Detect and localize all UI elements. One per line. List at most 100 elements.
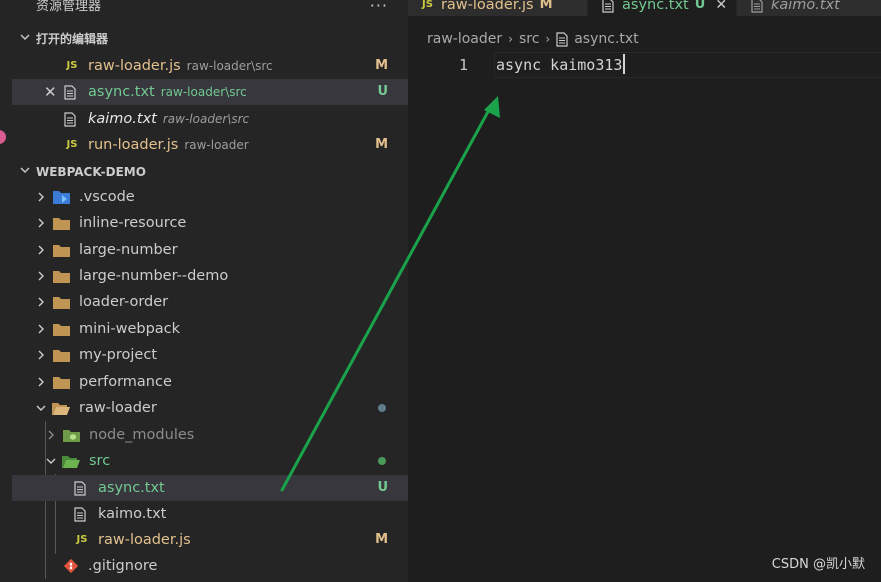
changes-dot-icon [378,457,386,465]
file-path: raw-loader\src [162,112,250,126]
tree-item-raw-loader-js[interactable]: JS raw-loader.js M [12,527,408,553]
file-path: raw-loader\src [160,85,247,99]
modified-status: M [375,137,388,152]
tree-item-folder[interactable]: large-number--demo [12,263,408,289]
folder-icon [52,237,70,263]
chevron-down-icon [44,448,58,474]
tree-item-kaimo-txt[interactable]: kaimo.txt [12,501,408,527]
folder-name: performance [79,374,172,390]
chevron-down-icon [34,395,48,421]
tree-item-gitignore[interactable]: .gitignore [12,553,408,579]
tab-bar: JS raw-loader.js M async.txt U ✕ kaimo.t… [408,0,881,16]
tree-item-folder[interactable]: mini-webpack [12,316,408,342]
text-file-icon [72,501,88,527]
folder-name: my-project [79,347,158,363]
vscode-folder-icon [52,184,70,210]
chevron-right-icon [34,369,48,395]
tab-kaimo-txt[interactable]: kaimo.txt [737,0,881,16]
open-editor-item[interactable]: kaimo.txt raw-loader\src [12,106,408,132]
text-file-icon [556,31,568,47]
explorer-title: 资源管理器 [36,0,102,14]
file-name: kaimo.txt [88,111,157,127]
open-editors-header[interactable]: 打开的编辑器 [12,27,408,51]
project-title: WEBPACK-DEMO [36,165,146,179]
javascript-file-icon: JS [76,534,88,545]
file-name: async.txt [98,480,165,496]
folder-name: inline-resource [79,215,187,231]
tree-item-folder[interactable]: loader-order [12,289,408,315]
folder-icon [52,289,70,315]
watermark: CSDN @凯小默 [771,557,865,572]
chevron-right-icon [34,184,48,210]
untracked-status: U [377,480,388,495]
code-text: async kaimo313 [496,56,623,74]
file-name: raw-loader.js [98,532,191,548]
text-file-icon [62,79,78,105]
folder-name: loader-order [79,294,169,310]
code-line[interactable]: async kaimo313 [496,53,626,77]
tree-item-folder[interactable]: large-number [12,237,408,263]
breadcrumb-item[interactable]: src [519,28,539,50]
text-file-icon [72,475,88,501]
file-name: kaimo.txt [98,506,167,522]
file-path: raw-loader\src [186,59,273,73]
tree-item-vscode[interactable]: .vscode [12,184,408,210]
close-icon[interactable]: ✕ [715,0,727,16]
text-cursor [623,54,626,74]
folder-icon [52,263,70,289]
tree-item-raw-loader[interactable]: raw-loader [12,395,408,421]
line-number: 1 [458,56,468,74]
file-name: raw-loader.js [88,58,181,74]
text-file-icon [62,106,78,132]
chevron-right-icon [34,289,48,315]
tree-item-node-modules[interactable]: node_modules [12,422,408,448]
open-editors-title: 打开的编辑器 [36,32,109,46]
more-actions-icon[interactable]: ··· [370,0,388,15]
tree-item-folder[interactable]: performance [12,369,408,395]
breadcrumb-item[interactable]: raw-loader [427,28,502,50]
chevron-right-icon [34,316,48,342]
src-folder-icon [62,448,80,474]
open-editor-item[interactable]: JS run-loader.js raw-loader M [12,132,408,158]
folder-name: src [89,453,111,469]
untracked-status: U [694,0,706,12]
javascript-file-icon: JS [66,60,78,71]
explorer-sidebar: 资源管理器 ··· 打开的编辑器 JS raw-loader.js raw-loa… [12,0,408,582]
file-path: raw-loader [184,138,249,152]
tab-label: kaimo.txt [771,0,840,13]
tab-label: async.txt [622,0,689,13]
modified-status: M [539,0,553,12]
tree-item-async-txt[interactable]: async.txt U [12,475,408,501]
tree-item-folder[interactable]: inline-resource [12,210,408,236]
project-header[interactable]: WEBPACK-DEMO [12,160,408,184]
chevron-right-icon [34,237,48,263]
tab-label: raw-loader.js [440,0,534,13]
modified-status: M [375,532,388,547]
editor-area: JS raw-loader.js M async.txt U ✕ kaimo.t… [408,0,881,582]
text-file-icon [751,0,763,13]
tree-item-src[interactable]: src [12,448,408,474]
untracked-status: U [377,84,388,99]
breadcrumb-item[interactable]: async.txt [574,28,638,50]
file-name: run-loader.js [88,137,179,153]
chevron-right-icon [34,210,48,236]
tree-item-folder[interactable]: my-project [12,342,408,368]
chevron-down-icon [18,160,32,184]
open-editor-item[interactable]: JS raw-loader.js raw-loader\src M [12,53,408,79]
activity-bar [0,0,12,582]
breadcrumb-separator: › [508,32,513,46]
chevron-right-icon [34,342,48,368]
folder-icon [52,210,70,236]
modified-status: M [375,58,388,73]
close-icon[interactable]: ✕ [44,79,57,105]
folder-icon [52,316,70,342]
folder-name: raw-loader [79,400,157,416]
tab-async-txt[interactable]: async.txt U ✕ [588,0,736,16]
javascript-file-icon: JS [66,139,78,150]
open-editor-item-active[interactable]: ✕ async.txt raw-loader\src U [12,79,408,105]
tab-raw-loader-js[interactable]: JS raw-loader.js M [408,0,587,16]
chevron-right-icon [34,263,48,289]
chevron-right-icon [44,422,58,448]
notification-badge [0,130,6,144]
folder-icon [52,369,70,395]
